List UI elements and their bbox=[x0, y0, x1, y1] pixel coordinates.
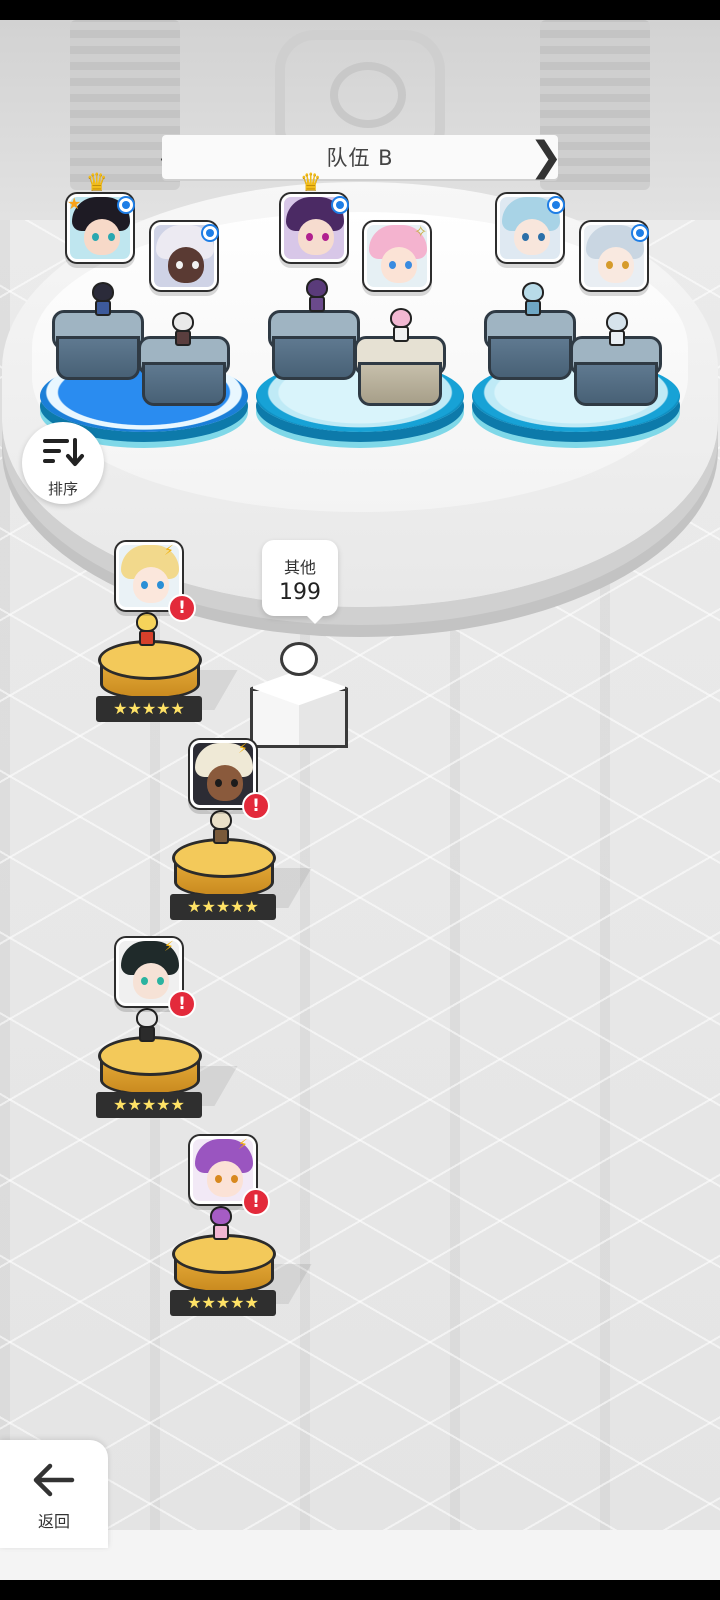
others-placeholder-cube[interactable] bbox=[250, 642, 348, 748]
energy-icon: ⚡ bbox=[238, 741, 248, 757]
slot-3a-character[interactable] bbox=[516, 282, 550, 318]
slot-1a-character[interactable] bbox=[86, 282, 120, 318]
energy-icon: ⚡ bbox=[164, 543, 174, 559]
navigation-bar bbox=[0, 1580, 720, 1600]
hero-3-rating: ★★★★★ bbox=[96, 1092, 202, 1118]
slot-2a-character[interactable] bbox=[300, 278, 334, 314]
sort-button-label: 排序 bbox=[47, 480, 78, 498]
wall-emblem bbox=[275, 30, 445, 150]
hero-1-rating: ★★★★★ bbox=[96, 696, 202, 722]
back-button[interactable]: 返回 bbox=[0, 1440, 108, 1548]
leader-star-icon: ★ bbox=[67, 194, 82, 213]
team-name-banner: 队伍 B bbox=[162, 135, 558, 179]
hero-1-character[interactable] bbox=[130, 612, 164, 648]
star-rating-text: ★★★★★ bbox=[113, 699, 185, 718]
sparkle-icon: ✧ bbox=[414, 222, 428, 241]
team-title: 队伍 B bbox=[326, 146, 394, 170]
others-label: 其他 bbox=[283, 558, 316, 577]
status-bar bbox=[0, 0, 720, 20]
sort-descending-icon bbox=[43, 438, 84, 466]
others-count: 199 bbox=[279, 580, 321, 605]
chevron-right-icon: ❯ bbox=[529, 134, 563, 180]
alert-icon: ! bbox=[242, 792, 270, 820]
slot-2b-character[interactable] bbox=[384, 308, 418, 344]
star-rating-text: ★★★★★ bbox=[187, 897, 259, 916]
back-button-label: 返回 bbox=[37, 1512, 70, 1531]
equipped-badge-icon bbox=[117, 196, 135, 214]
hero-4-rating: ★★★★★ bbox=[170, 1290, 276, 1316]
slot-block-2a[interactable] bbox=[268, 310, 360, 382]
star-rating-text: ★★★★★ bbox=[187, 1293, 259, 1312]
equipped-badge-icon bbox=[331, 196, 349, 214]
slot-1b-character[interactable] bbox=[166, 312, 200, 348]
slot-block-2b[interactable] bbox=[354, 336, 446, 408]
equipped-badge-icon bbox=[547, 196, 565, 214]
energy-icon: ⚡ bbox=[164, 939, 174, 955]
team-formation-scene: ❮ 队伍 B ❯ ♛ ★ ♛ bbox=[0, 20, 720, 1580]
hero-3-character[interactable] bbox=[130, 1008, 164, 1044]
arrow-left-icon bbox=[33, 1463, 75, 1497]
next-team-button[interactable]: ❯ bbox=[529, 135, 563, 179]
alert-icon: ! bbox=[168, 594, 196, 622]
slot-3b-character[interactable] bbox=[600, 312, 634, 348]
sort-button[interactable]: 排序 bbox=[22, 422, 104, 504]
others-count-bubble[interactable]: 其他 199 bbox=[262, 540, 338, 624]
star-rating-text: ★★★★★ bbox=[113, 1095, 185, 1114]
crown-icon: ♛ bbox=[300, 168, 322, 196]
slot-block-3a[interactable] bbox=[484, 310, 576, 382]
equipped-badge-icon bbox=[201, 224, 219, 242]
hero-2-character[interactable] bbox=[204, 810, 238, 846]
crown-icon: ♛ bbox=[86, 168, 108, 196]
energy-icon: ⚡ bbox=[238, 1137, 248, 1153]
alert-icon: ! bbox=[242, 1188, 270, 1216]
alert-icon: ! bbox=[168, 990, 196, 1018]
equipped-badge-icon bbox=[631, 224, 649, 242]
hero-4-character[interactable] bbox=[204, 1206, 238, 1242]
slot-block-1a[interactable] bbox=[52, 310, 144, 382]
hero-2-rating: ★★★★★ bbox=[170, 894, 276, 920]
bottom-bar bbox=[0, 1530, 720, 1580]
